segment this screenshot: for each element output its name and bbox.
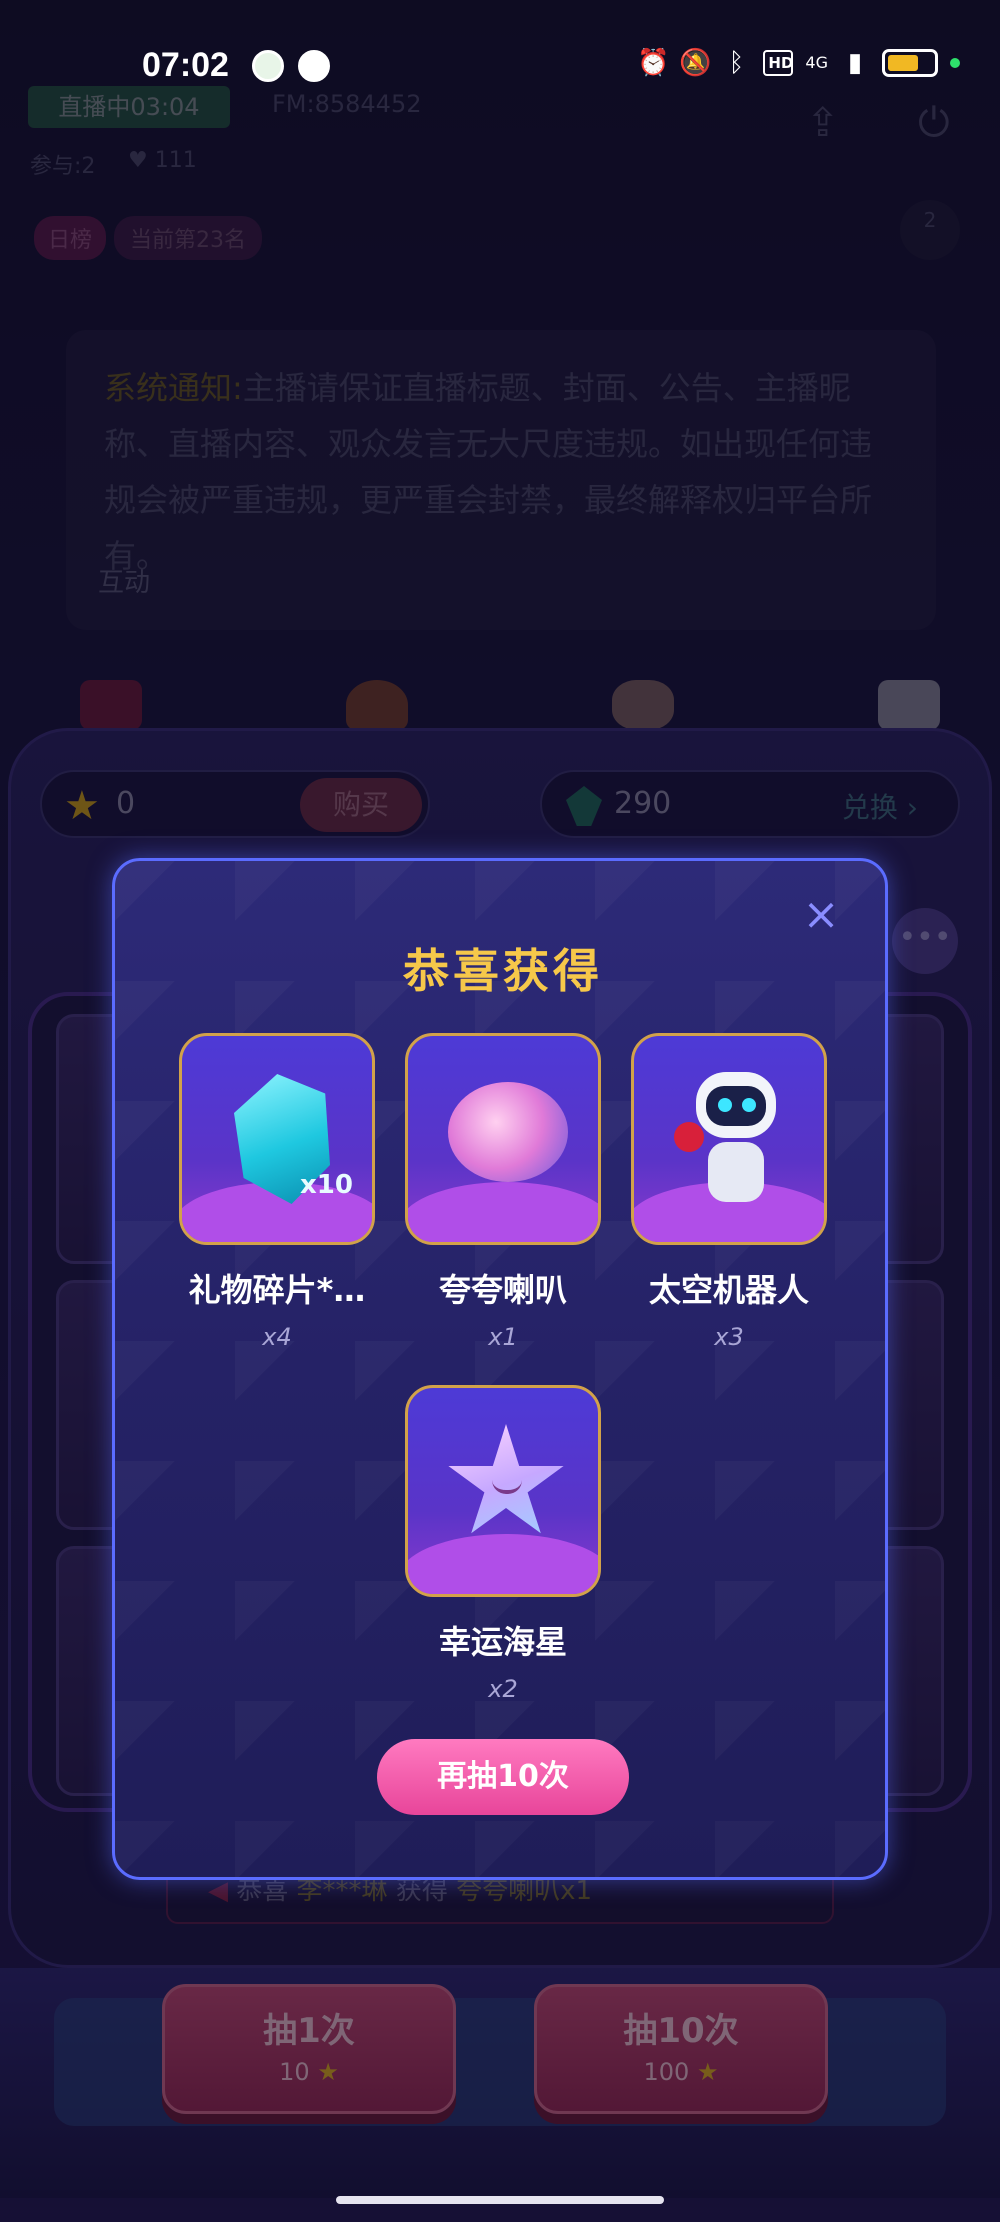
praise-horn-sticker-icon (448, 1082, 568, 1182)
modal-title: 恭喜获得 (403, 944, 603, 998)
prize-badge: x10 (300, 1170, 353, 1200)
prize-count: x4 (262, 1323, 292, 1351)
status-time: 07:02 (142, 46, 229, 84)
battery-icon (882, 49, 938, 77)
rose-icon (674, 1122, 704, 1152)
prize-item: 幸运海星 x2 (405, 1385, 601, 1703)
mute-icon: 🔕 (679, 48, 712, 78)
wechat-icon (298, 50, 330, 82)
prize-count: x2 (488, 1675, 518, 1703)
prize-item: 太空机器人 x3 (631, 1033, 827, 1351)
signal-icon: ▮ (847, 48, 863, 78)
home-indicator[interactable] (336, 2196, 664, 2204)
privacy-dot-icon (950, 58, 960, 68)
alarm-icon: ⏰ (637, 48, 670, 78)
prize-count: x1 (488, 1323, 518, 1351)
status-bar: 07:02 ⏰ 🔕 ᛒ HD 4G ▮ (0, 40, 1000, 90)
app-notification-icon (252, 50, 284, 82)
prize-count: x3 (714, 1323, 744, 1351)
draw-again-button[interactable]: 再抽10次 (377, 1739, 629, 1815)
prize-item: 夸夸喇叭 x1 (405, 1033, 601, 1351)
prize-name: 夸夸喇叭 (438, 1271, 567, 1309)
prize-name: 礼物碎片*… (188, 1271, 366, 1309)
network-label: 4G (805, 53, 828, 72)
bluetooth-icon: ᛒ (728, 48, 745, 78)
reward-result-modal: × 恭喜获得 x10 礼物碎片*… x4 夸夸喇叭 x1 太空机器人 x3 幸运… (112, 858, 888, 1880)
status-icons: ⏰ 🔕 ᛒ HD 4G ▮ (637, 48, 960, 78)
prize-card: x10 (179, 1033, 375, 1245)
prize-name: 太空机器人 (648, 1271, 809, 1309)
prize-card (405, 1385, 601, 1597)
prize-name: 幸运海星 (438, 1623, 567, 1661)
hd-icon: HD (763, 50, 793, 76)
prize-item: x10 礼物碎片*… x4 (179, 1033, 375, 1351)
prize-card (631, 1033, 827, 1245)
close-icon[interactable]: × (801, 893, 841, 937)
prize-card (405, 1033, 601, 1245)
